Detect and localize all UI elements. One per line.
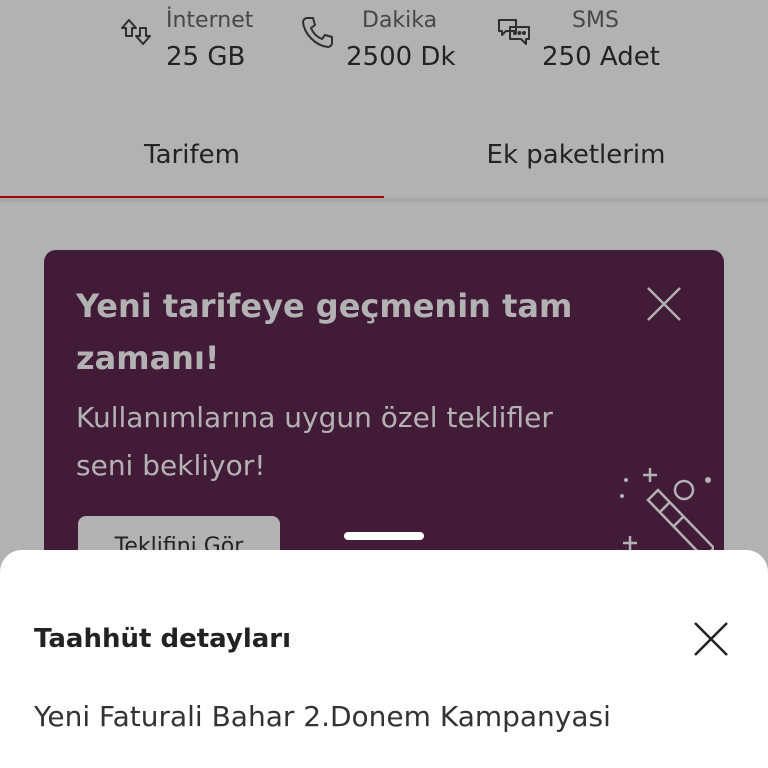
app-screen: İnternet 25 GB Dakika 2500 Dk SMS 250 Ad… [0,0,768,768]
campaign-name: Yeni Faturali Bahar 2.Donem Kampanyasi [34,700,611,733]
sheet-title: Taahhüt detayları [34,624,292,654]
close-icon[interactable] [690,618,732,660]
sheet-drag-handle[interactable] [344,532,424,540]
commitment-details-sheet: Taahhüt detayları Yeni Faturali Bahar 2.… [0,550,768,768]
